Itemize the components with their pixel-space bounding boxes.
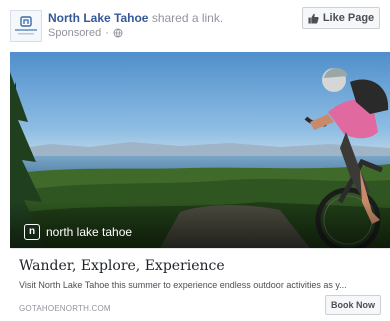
page-name-link[interactable]: North Lake Tahoe — [48, 11, 148, 25]
hero-photo — [10, 52, 390, 248]
post-meta: Sponsored · — [48, 27, 123, 39]
brand-text: north lake tahoe — [46, 225, 133, 239]
book-now-button[interactable]: Book Now — [325, 295, 381, 315]
like-page-label: Like Page — [322, 12, 375, 24]
hero-image[interactable] — [10, 52, 390, 248]
post-action-text: shared a link. — [151, 11, 224, 25]
image-divider — [10, 248, 390, 249]
link-domain: GOTAHOENORTH.COM — [19, 304, 111, 313]
link-description: Visit North Lake Tahoe this summer to ex… — [19, 280, 347, 290]
sponsored-post-card: North Lake Tahoe shared a link. Sponsore… — [0, 0, 390, 321]
link-headline[interactable]: Wander, Explore, Experience — [19, 258, 225, 274]
page-avatar[interactable] — [10, 10, 42, 42]
post-byline: North Lake Tahoe shared a link. — [48, 11, 223, 25]
like-page-button[interactable]: Like Page — [302, 7, 380, 29]
link-preview[interactable]: Wander, Explore, Experience Visit North … — [10, 248, 390, 321]
post-header: North Lake Tahoe shared a link. Sponsore… — [0, 0, 390, 52]
thumbs-up-icon — [308, 13, 319, 24]
sponsored-label[interactable]: Sponsored — [48, 27, 101, 39]
brand-watermark: n north lake tahoe — [24, 224, 132, 240]
globe-icon — [113, 28, 123, 38]
brand-logo-icon: n — [24, 224, 40, 240]
page-logo-icon — [15, 16, 37, 35]
meta-separator: · — [105, 27, 109, 39]
